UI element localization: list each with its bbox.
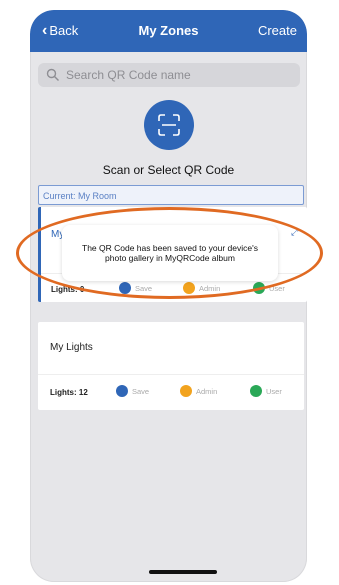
create-button[interactable]: Create bbox=[258, 23, 297, 38]
lights-count: Lights: 12 bbox=[50, 388, 88, 397]
back-label: Back bbox=[49, 23, 79, 38]
current-zone-banner: Current: My Room bbox=[38, 185, 304, 205]
user-action[interactable]: User bbox=[250, 385, 282, 397]
zone-actions-row: Lights: 12 Save Admin User bbox=[38, 380, 304, 404]
save-icon bbox=[119, 282, 131, 294]
admin-label: Admin bbox=[196, 386, 218, 396]
admin-icon bbox=[183, 282, 195, 294]
back-button[interactable]: ‹ Back bbox=[42, 22, 79, 39]
admin-action[interactable]: Admin bbox=[183, 282, 220, 294]
save-label: Save bbox=[135, 283, 153, 293]
lights-count: Lights: 0 bbox=[51, 285, 85, 294]
search-input[interactable] bbox=[64, 67, 288, 83]
user-action[interactable]: User bbox=[253, 282, 285, 294]
chevron-left-icon: ‹ bbox=[42, 22, 48, 39]
search-icon bbox=[46, 68, 59, 81]
user-icon bbox=[253, 282, 265, 294]
user-label: User bbox=[269, 283, 285, 293]
save-action[interactable]: Save bbox=[116, 385, 149, 397]
user-label: User bbox=[266, 386, 282, 396]
expand-icon[interactable]: ⤢ bbox=[291, 227, 301, 237]
scan-frame-icon bbox=[158, 114, 180, 136]
card-divider bbox=[38, 374, 304, 375]
zone-card[interactable]: My Lights Lights: 12 Save Admin User bbox=[38, 322, 304, 410]
nav-bar: ‹ Back My Zones Create bbox=[30, 10, 307, 52]
scan-label: Scan or Select QR Code bbox=[102, 163, 235, 177]
home-indicator bbox=[149, 570, 217, 574]
phone-screen: ‹ Back My Zones Create Scan or Select QR… bbox=[30, 10, 307, 582]
toast-message: The QR Code has been saved to your devic… bbox=[62, 225, 278, 281]
save-icon bbox=[116, 385, 128, 397]
save-action[interactable]: Save bbox=[119, 282, 152, 294]
search-bar[interactable] bbox=[38, 63, 300, 87]
scan-qr-button[interactable] bbox=[144, 100, 194, 150]
save-label: Save bbox=[132, 386, 150, 396]
admin-label: Admin bbox=[199, 283, 221, 293]
admin-icon bbox=[180, 385, 192, 397]
user-icon bbox=[250, 385, 262, 397]
zone-name: My Lights bbox=[50, 342, 93, 353]
admin-action[interactable]: Admin bbox=[180, 385, 217, 397]
